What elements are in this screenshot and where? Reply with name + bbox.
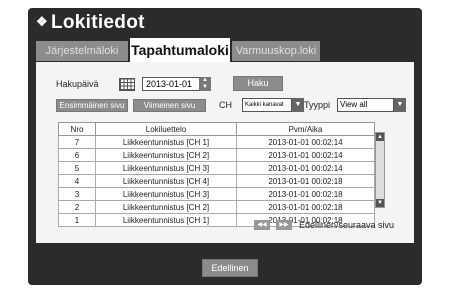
tab-event-log[interactable]: Tapahtumaloki <box>130 38 230 62</box>
type-select[interactable]: View all ▼ <box>337 98 406 112</box>
table-row[interactable]: 2 Liikkeentunnistus [CH 2] 2013-01-01 00:0… <box>58 200 375 214</box>
chevron-down-icon[interactable]: ▼ <box>292 98 304 112</box>
scroll-up-icon[interactable]: ▲ <box>376 133 384 141</box>
search-date-label: Hakupäivä <box>56 79 99 89</box>
table-row[interactable]: 5 Liikkeentunnistus [CH 3] 2013-01-01 00:0… <box>58 161 375 175</box>
column-header-log: Lokiluettelo <box>95 122 237 136</box>
row-number: 4 <box>58 174 96 188</box>
table-row[interactable]: 3 Liikkeentunnistus [CH 3] 2013-01-01 00:0… <box>58 187 375 201</box>
column-header-number: Nro <box>58 122 96 136</box>
scroll-down-icon[interactable]: ▼ <box>376 199 384 207</box>
next-page-icon[interactable]: ▶▶ <box>276 220 292 230</box>
table-row[interactable]: 6 Liikkeentunnistus [CH 2] 2013-01-01 00:0… <box>58 148 375 162</box>
channel-select[interactable]: Kaikki kanavat ▼ <box>242 98 304 112</box>
row-number: 7 <box>58 135 96 149</box>
table-header-row: Nro Lokiluettelo Pvm/Aika <box>58 122 375 136</box>
row-log-entry: Liikkeentunnistus [CH 1] <box>95 213 237 227</box>
previous-page-icon[interactable]: ◀◀ <box>254 220 270 230</box>
chevron-down-icon[interactable]: ▼ <box>394 98 406 112</box>
window-title: ❖ Lokitiedot <box>36 12 145 33</box>
table-row[interactable]: 4 Liikkeentunnistus [CH 4] 2013-01-01 00:0… <box>58 174 375 188</box>
log-panel: Hakupäivä 2013-01-01 ▲ ▼ Haku Ensimmäinen… <box>36 62 414 243</box>
tab-backup-log[interactable]: Varmuuskop.loki <box>232 41 320 61</box>
type-select-value: View all <box>340 100 368 109</box>
diamond-icon: ❖ <box>36 14 48 29</box>
log-window: ❖ Lokitiedot Järjestelmäloki Tapahtumalok… <box>28 8 422 285</box>
row-datetime: 2013-01-01 00:02:14 <box>236 148 375 162</box>
row-datetime: 2013-01-01 00:02:18 <box>236 174 375 188</box>
table-row[interactable]: 7 Liikkeentunnistus [CH 1] 2013-01-01 00:0… <box>58 135 375 149</box>
date-spinner[interactable]: ▲ ▼ <box>199 77 211 91</box>
row-datetime: 2013-01-01 00:02:18 <box>236 187 375 201</box>
search-date-field[interactable]: 2013-01-01 <box>142 77 203 91</box>
event-log-table: Nro Lokiluettelo Pvm/Aika 7 Liikkeentunni… <box>58 122 375 227</box>
row-number: 5 <box>58 161 96 175</box>
tab-system-log[interactable]: Järjestelmäloki <box>36 41 128 61</box>
row-number: 1 <box>58 213 96 227</box>
calendar-icon[interactable] <box>119 78 135 91</box>
row-log-entry: Liikkeentunnistus [CH 3] <box>95 161 237 175</box>
pagination-label: Edellinen/seuraava sivu <box>299 220 395 230</box>
row-number: 3 <box>58 187 96 201</box>
channel-label: CH <box>219 100 232 110</box>
type-label: Tyyppi <box>304 100 331 110</box>
row-log-entry: Liikkeentunnistus [CH 4] <box>95 174 237 188</box>
row-datetime: 2013-01-01 00:02:18 <box>236 200 375 214</box>
row-datetime: 2013-01-01 00:02:14 <box>236 135 375 149</box>
row-log-entry: Liikkeentunnistus [CH 2] <box>95 200 237 214</box>
spinner-down-icon[interactable]: ▼ <box>199 84 211 91</box>
spinner-up-icon[interactable]: ▲ <box>199 77 211 84</box>
channel-select-value: Kaikki kanavat <box>245 102 284 108</box>
search-button[interactable]: Haku <box>233 76 283 91</box>
row-log-entry: Liikkeentunnistus [CH 3] <box>95 187 237 201</box>
row-datetime: 2013-01-01 00:02:14 <box>236 161 375 175</box>
table-scrollbar[interactable]: ▲ ▼ <box>375 132 385 208</box>
last-page-button[interactable]: Viimeinen sivu <box>133 99 206 112</box>
row-log-entry: Liikkeentunnistus [CH 2] <box>95 148 237 162</box>
row-number: 2 <box>58 200 96 214</box>
row-log-entry: Liikkeentunnistus [CH 1] <box>95 135 237 149</box>
back-button[interactable]: Edellinen <box>202 259 258 277</box>
row-number: 6 <box>58 148 96 162</box>
first-page-button[interactable]: Ensimmäinen sivu <box>56 99 128 112</box>
column-header-datetime: Pvm/Aika <box>236 122 375 136</box>
